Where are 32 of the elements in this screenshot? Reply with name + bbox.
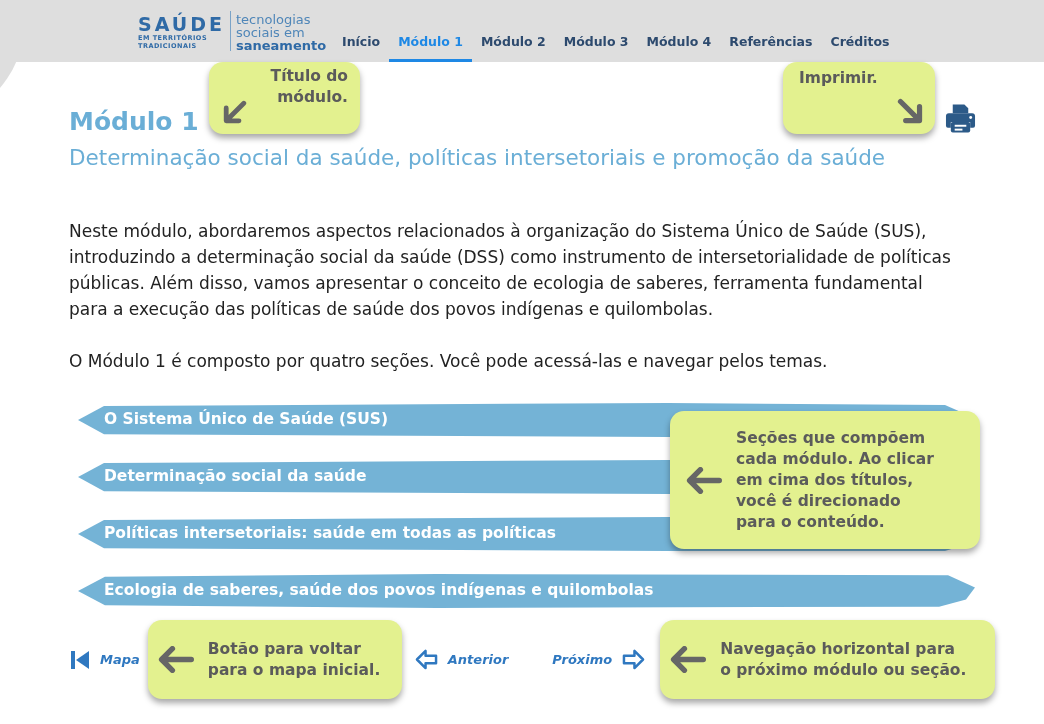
arrow-down-right-icon <box>897 98 923 124</box>
previous-link[interactable]: Anterior <box>414 649 509 670</box>
arrow-down-left-icon <box>223 100 247 124</box>
map-link[interactable]: Mapa <box>70 649 140 670</box>
skip-back-icon <box>70 649 90 670</box>
nav-tab[interactable]: Módulo 4 <box>637 0 721 62</box>
arrow-left-icon <box>414 649 438 670</box>
nav-tab[interactable]: Módulo 1 <box>389 0 472 62</box>
logo-text: tecnologias <box>236 12 312 26</box>
logo-text: saneamento <box>236 38 327 52</box>
nav-tab[interactable]: Créditos <box>821 0 899 62</box>
printer-icon <box>945 103 976 133</box>
arrow-left-icon <box>157 646 194 673</box>
arrow-left-icon <box>686 466 722 494</box>
arrow-right-icon <box>622 649 646 670</box>
tooltip-text: Botão para voltar para o mapa inicial. <box>207 638 382 681</box>
intro-paragraph: Neste módulo, abordaremos aspectos relacionados à organização do Sistema Único de Saúde (SUS), introduzindo a determinação social da saúde (DSS) como instrumento de intersetorialidade de políticas públicas. Além disso, vamos apresentar o conceito de ecologia de saberes, ferramenta fundamental para a execução das políticas de saúde dos povos indígenas e quilombolas. <box>69 219 952 321</box>
page-title: Módulo 1 <box>69 107 199 137</box>
arrow-left-icon <box>670 646 707 673</box>
intro-paragraph: O Módulo 1 é composto por quatro seções. Você pode acessá-las e navegar pelos temas. <box>69 350 829 373</box>
tooltip-text: Imprimir. <box>799 68 878 89</box>
nav-tab[interactable]: Módulo 3 <box>554 0 638 62</box>
tooltip-text: Navegação horizontal para o próximo módulo ou seção. <box>720 638 968 681</box>
page-subtitle: Determinação social da saúde, políticas intersetoriais e promoção da saúde <box>69 145 886 171</box>
next-link[interactable]: Próximo <box>552 649 646 670</box>
tooltip-text: Seções que compõem cada módulo. Ao clicar em cima dos títulos, você é direcionado para o conteúdo. <box>736 427 935 533</box>
logo-wordmark: SAÚDE <box>138 14 225 34</box>
nav-tab[interactable]: Módulo 2 <box>471 0 555 62</box>
nav-tab[interactable]: Referências <box>720 0 822 62</box>
tooltip-text: Título do módulo. <box>269 66 348 108</box>
print-button[interactable] <box>945 103 976 133</box>
nav-tab[interactable]: Início <box>333 0 390 62</box>
